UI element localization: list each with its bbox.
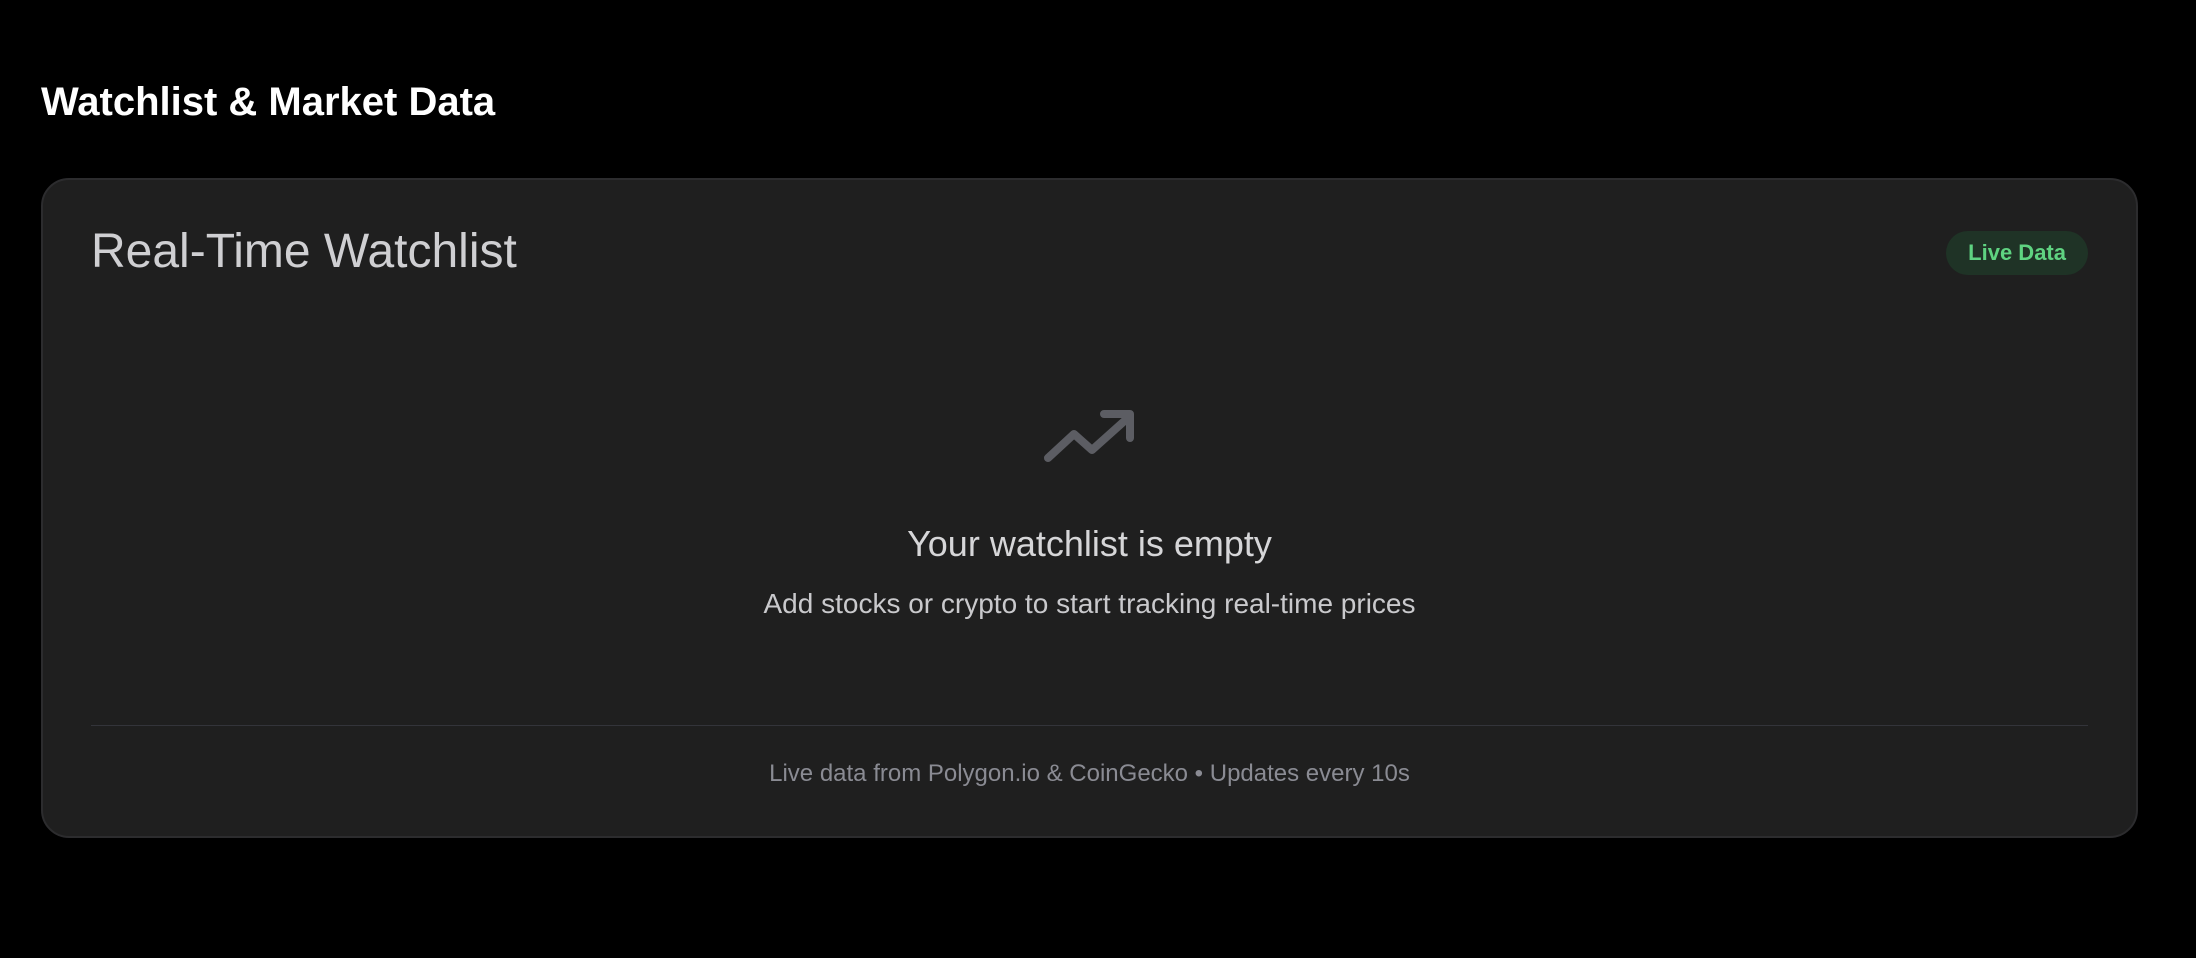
page-title: Watchlist & Market Data (41, 80, 496, 124)
live-data-badge: Live Data (1946, 231, 2088, 275)
empty-state-subtitle: Add stocks or crypto to start tracking r… (763, 588, 1416, 619)
trending-up-icon (1043, 410, 1134, 462)
data-source-footer: Live data from Polygon.io & CoinGecko • … (769, 760, 1410, 787)
empty-state-title: Your watchlist is empty (907, 523, 1272, 564)
watchlist-title: Real-Time Watchlist (91, 225, 517, 278)
empty-state: Your watchlist is empty Add stocks or cr… (43, 408, 2136, 622)
footer-divider (91, 725, 2088, 726)
watchlist-card: Real-Time Watchlist Live Data Your watch… (41, 178, 2138, 838)
